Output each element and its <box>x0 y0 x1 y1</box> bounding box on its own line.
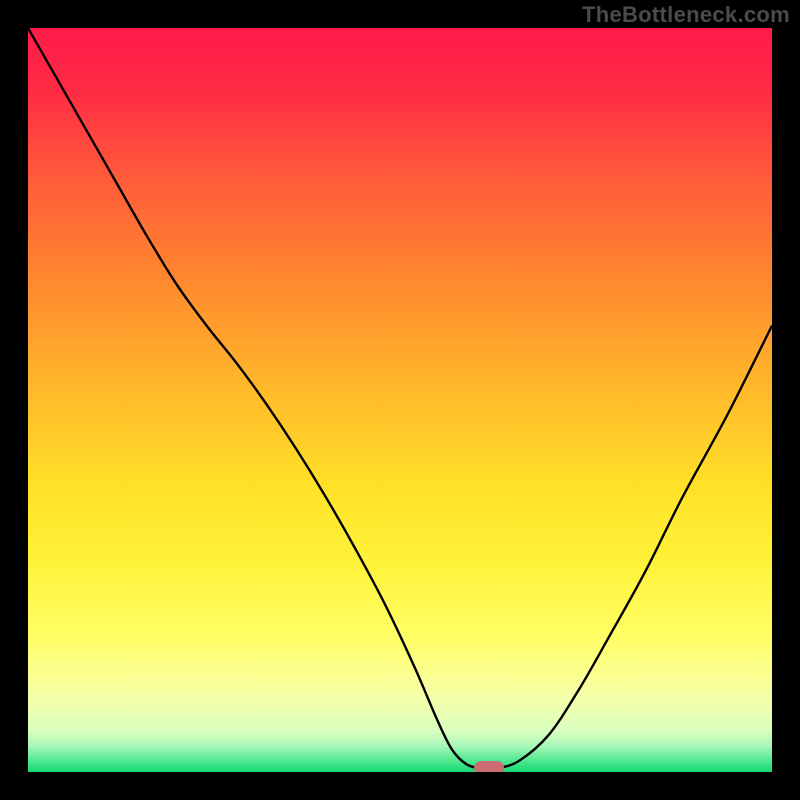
watermark-text: TheBottleneck.com <box>582 2 790 28</box>
optimal-point-marker <box>474 761 504 772</box>
chart-frame: TheBottleneck.com <box>0 0 800 800</box>
plot-area <box>28 28 772 772</box>
bottleneck-curve <box>28 28 772 772</box>
